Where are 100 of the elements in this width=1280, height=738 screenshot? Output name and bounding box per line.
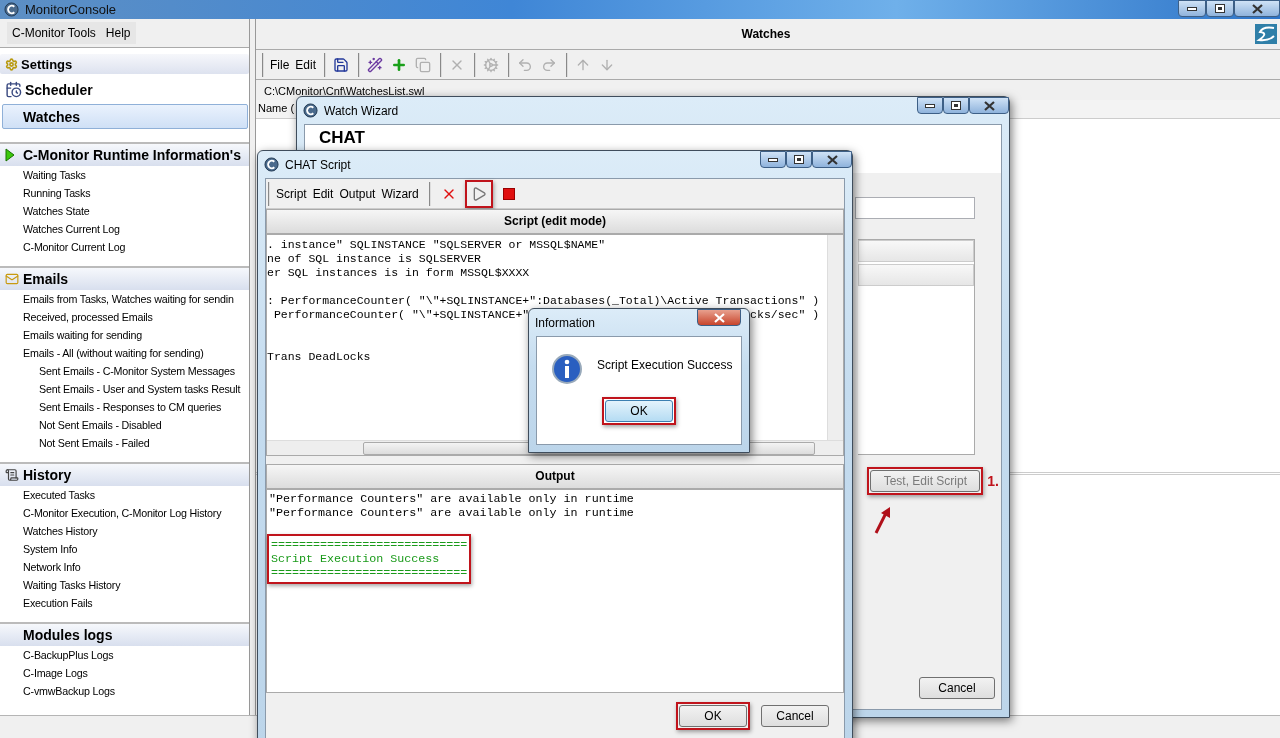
envelope-icon	[5, 272, 19, 286]
minimize-icon	[768, 157, 778, 162]
maximize-button[interactable]	[943, 97, 969, 114]
sidebar-item[interactable]: Emails from Tasks, Watches waiting for sendin	[0, 290, 234, 308]
nav-item[interactable]: Watches	[2, 104, 248, 129]
maximize-icon	[1215, 4, 1225, 13]
code-line: ne of SQL instance is SQLSERVER	[267, 252, 481, 266]
app-icon	[264, 157, 279, 172]
menu-item[interactable]: Wizard	[379, 184, 421, 203]
cancel-button[interactable]: Cancel	[919, 677, 995, 699]
app-icon	[4, 2, 19, 17]
sidebar-item[interactable]: Running Tasks	[0, 184, 91, 202]
close-icon	[713, 312, 725, 323]
info-icon	[551, 353, 583, 385]
window-title: Watch Wizard	[324, 103, 399, 118]
dialog-button[interactable]: OK	[679, 705, 747, 727]
sidebar-item[interactable]: Sent Emails - User and System tasks Result	[0, 380, 241, 398]
menu-item[interactable]: Help	[100, 22, 136, 44]
menu-item[interactable]: Edit	[310, 184, 336, 203]
minimize-button[interactable]	[917, 97, 943, 114]
ok-button[interactable]: OK	[605, 400, 673, 422]
dialog-message: Script Execution Success	[597, 358, 733, 372]
sidebar-item[interactable]: C-Monitor Execution, C-Monitor Log History	[0, 504, 222, 522]
section-header[interactable]: Emails	[0, 266, 249, 290]
maximize-button[interactable]	[786, 151, 812, 168]
section-header[interactable]: Modules logs	[0, 622, 249, 646]
sidebar-item[interactable]: Emails - All (without waiting for sending)	[0, 344, 204, 362]
output-line: ============================	[271, 538, 468, 552]
sidebar-item[interactable]: C-Monitor Current Log	[0, 238, 126, 256]
sidebar-item[interactable]: Emails waiting for sending	[0, 326, 142, 344]
close-button[interactable]	[1234, 0, 1280, 17]
step-number: 1.	[987, 473, 999, 489]
input-field[interactable]	[855, 197, 975, 219]
code-line: : PerformanceCounter( "\"+SQLINSTANCE+":Databases(_Total)\Active Transactions" )	[267, 294, 820, 308]
sidebar-item[interactable]: Received, processed Emails	[0, 308, 153, 326]
menu-item[interactable]: Edit	[293, 55, 319, 74]
scroll-icon	[5, 468, 19, 482]
minimize-button[interactable]	[760, 151, 786, 168]
sidebar-item[interactable]: Waiting Tasks History	[0, 576, 121, 594]
undo-icon	[517, 56, 534, 73]
menu-item[interactable]: C-Monitor Tools	[7, 22, 101, 44]
column-header[interactable]: Name (	[256, 100, 298, 118]
output-line: "Performance Counters" are available only in runtime	[269, 492, 634, 506]
copy-icon	[415, 56, 432, 73]
pane-header: Script (edit mode)	[266, 209, 844, 234]
code-line: Trans DeadLocks	[267, 350, 371, 364]
sidebar-item[interactable]: Executed Tasks	[0, 486, 95, 504]
test-script-button[interactable]: Test, Edit Script	[870, 470, 981, 492]
minimize-button[interactable]	[1178, 0, 1206, 17]
pane-header: Output	[266, 464, 844, 489]
sidebar-item[interactable]: Sent Emails - Responses to CM queries	[0, 398, 222, 416]
output-line: Script Execution Success	[271, 552, 440, 566]
sidebar-item[interactable]: Not Sent Emails - Disabled	[0, 416, 162, 434]
minimize-icon	[925, 103, 935, 108]
section-title: History	[23, 467, 72, 483]
sidebar-item[interactable]: C-Image Logs	[0, 664, 88, 682]
stop-icon	[502, 187, 515, 200]
redo-icon	[541, 56, 558, 73]
sidebar-item[interactable]: Execution Fails	[0, 594, 93, 612]
plus-icon	[391, 56, 408, 73]
menu-item[interactable]: File	[268, 55, 292, 74]
sidebar-item[interactable]: Not Sent Emails - Failed	[0, 434, 150, 452]
gear-icon	[5, 57, 18, 71]
close-icon	[1251, 3, 1263, 14]
vertical-scrollbar[interactable]	[827, 235, 843, 440]
section-title: Emails	[23, 271, 69, 287]
sidebar-item[interactable]: C-vmwBackup Logs	[0, 682, 115, 700]
section-title: Modules logs	[23, 627, 113, 643]
sidebar-item[interactable]: Network Info	[0, 558, 81, 576]
sidebar-item[interactable]: Waiting Tasks	[0, 166, 86, 184]
section-header[interactable]: History	[0, 462, 249, 486]
save-icon	[333, 56, 350, 73]
panel-title: Watches	[741, 27, 791, 41]
section-title: C-Monitor Runtime Information's	[23, 147, 241, 163]
wizard-heading: CHAT	[319, 128, 365, 147]
nav-item[interactable]: Settings	[0, 54, 249, 74]
maximize-button[interactable]	[1206, 0, 1234, 17]
menu-item[interactable]: Script	[274, 184, 309, 203]
window-title: Information	[535, 315, 596, 330]
dialog-button[interactable]: Cancel	[761, 705, 829, 727]
sidebar-item[interactable]: Watches History	[0, 522, 98, 540]
sidebar-item[interactable]: Watches Current Log	[0, 220, 120, 238]
sidebar-item[interactable]: System Info	[0, 540, 78, 558]
section-header[interactable]: C-Monitor Runtime Information's	[0, 142, 249, 166]
close-button[interactable]	[969, 97, 1009, 114]
window-title: CHAT Script	[285, 157, 351, 172]
close-button[interactable]	[697, 309, 741, 326]
minimize-icon	[1187, 6, 1197, 11]
code-line: PerformanceCounter( "\"+SQLINSTANCE+"	[272, 308, 530, 322]
output-line: "Performance Counters" are available only in runtime	[269, 506, 634, 520]
sidebar-item[interactable]: Watches State	[0, 202, 90, 220]
close-icon	[983, 100, 995, 111]
sidebar-item[interactable]: Sent Emails - C-Monitor System Messages	[0, 362, 235, 380]
wand-icon	[367, 56, 384, 73]
code-line: er SQL instances is in form MSSQL$XXXX	[267, 266, 530, 280]
logo-icon	[1255, 24, 1277, 44]
sidebar-item[interactable]: C-BackupPlus Logs	[0, 646, 114, 664]
app-icon	[303, 103, 318, 118]
menu-item[interactable]: Output	[337, 184, 378, 203]
close-button[interactable]	[812, 151, 852, 168]
